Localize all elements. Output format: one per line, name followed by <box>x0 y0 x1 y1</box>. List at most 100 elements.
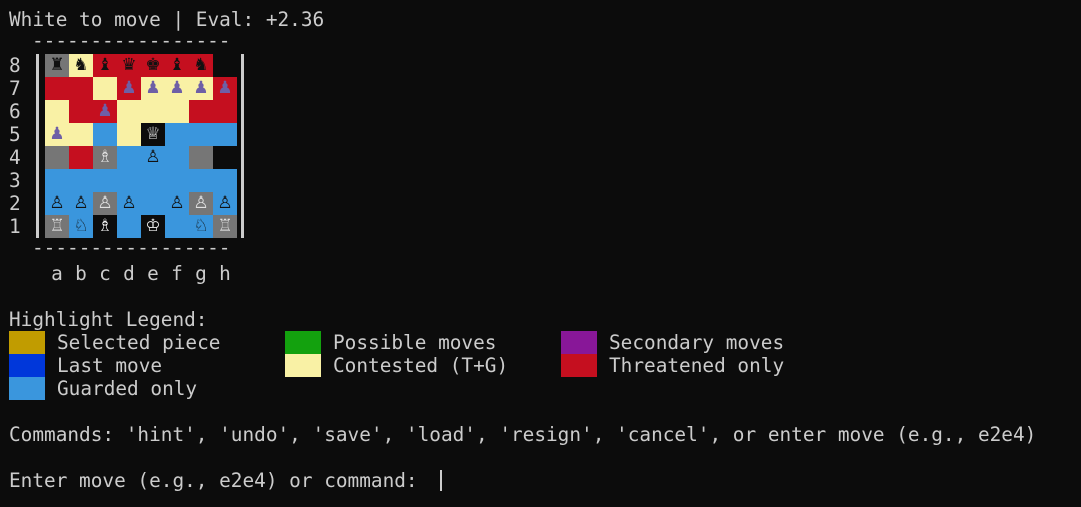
square-a5[interactable]: ♟ <box>45 123 69 146</box>
square-d5[interactable] <box>117 123 141 146</box>
square-g7[interactable]: ♟ <box>189 77 213 100</box>
square-a7[interactable] <box>45 77 69 100</box>
square-f1[interactable] <box>165 215 189 238</box>
file-label-b: b <box>75 262 87 285</box>
square-g2[interactable]: ♙ <box>189 192 213 215</box>
square-e2[interactable] <box>141 192 165 215</box>
square-h2[interactable]: ♙ <box>213 192 237 215</box>
square-a6[interactable] <box>45 100 69 123</box>
square-e1[interactable]: ♔ <box>141 215 165 238</box>
square-d4[interactable] <box>117 146 141 169</box>
legend-label: Contested (T+G) <box>333 354 509 377</box>
legend-title: Highlight Legend: <box>9 308 208 331</box>
square-e8[interactable]: ♚ <box>141 54 165 77</box>
square-b6[interactable] <box>69 100 93 123</box>
square-a1[interactable]: ♖ <box>45 215 69 238</box>
command-prompt: Enter move (e.g., e2e4) or command: <box>9 469 430 492</box>
status-line: White to move | Eval: +2.36 <box>9 8 325 31</box>
square-b3[interactable] <box>69 169 93 192</box>
square-b7[interactable] <box>69 77 93 100</box>
square-f8[interactable]: ♝ <box>165 54 189 77</box>
square-c7[interactable] <box>93 77 117 100</box>
legend-swatch <box>9 331 45 354</box>
square-f3[interactable] <box>165 169 189 192</box>
square-a3[interactable] <box>45 169 69 192</box>
square-d2[interactable]: ♙ <box>117 192 141 215</box>
legend-swatch <box>285 331 321 354</box>
square-d8[interactable]: ♛ <box>117 54 141 77</box>
rank-label-8: 8 <box>9 54 21 77</box>
chess-piece: ♙ <box>193 193 209 213</box>
square-f5[interactable] <box>165 123 189 146</box>
chess-piece: ♝ <box>169 55 185 75</box>
square-c4[interactable]: ♗ <box>93 146 117 169</box>
square-f7[interactable]: ♟ <box>165 77 189 100</box>
square-e6[interactable] <box>141 100 165 123</box>
chess-piece: ♕ <box>145 124 161 144</box>
square-c1[interactable]: ♗ <box>93 215 117 238</box>
square-c6[interactable]: ♟ <box>93 100 117 123</box>
square-f4[interactable] <box>165 146 189 169</box>
square-b5[interactable] <box>69 123 93 146</box>
chess-piece: ♝ <box>97 55 113 75</box>
square-e5[interactable]: ♕ <box>141 123 165 146</box>
chess-piece: ♙ <box>121 193 137 213</box>
square-h4[interactable] <box>213 146 237 169</box>
square-g3[interactable] <box>189 169 213 192</box>
square-b1[interactable]: ♘ <box>69 215 93 238</box>
chess-piece: ♙ <box>97 193 113 213</box>
chess-piece: ♟ <box>193 78 209 98</box>
square-g5[interactable] <box>189 123 213 146</box>
square-b8[interactable]: ♞ <box>69 54 93 77</box>
chess-piece: ♖ <box>49 216 65 236</box>
legend-label: Threatened only <box>609 354 785 377</box>
legend-label: Selected piece <box>57 331 221 354</box>
square-g1[interactable]: ♘ <box>189 215 213 238</box>
chess-piece: ♗ <box>97 147 113 167</box>
chess-piece: ♟ <box>169 78 185 98</box>
square-d1[interactable] <box>117 215 141 238</box>
file-label-h: h <box>219 262 231 285</box>
square-d3[interactable] <box>117 169 141 192</box>
square-g4[interactable] <box>189 146 213 169</box>
square-h5[interactable] <box>213 123 237 146</box>
square-c3[interactable] <box>93 169 117 192</box>
square-e7[interactable]: ♟ <box>141 77 165 100</box>
rank-label-1: 1 <box>9 215 21 238</box>
square-c8[interactable]: ♝ <box>93 54 117 77</box>
file-label-a: a <box>51 262 63 285</box>
square-c5[interactable] <box>93 123 117 146</box>
square-b4[interactable] <box>69 146 93 169</box>
square-a4[interactable] <box>45 146 69 169</box>
square-g8[interactable]: ♞ <box>189 54 213 77</box>
chess-piece: ♚ <box>145 55 161 75</box>
square-b2[interactable]: ♙ <box>69 192 93 215</box>
square-h6[interactable] <box>213 100 237 123</box>
square-f6[interactable] <box>165 100 189 123</box>
square-a8[interactable]: ♜ <box>45 54 69 77</box>
square-h3[interactable] <box>213 169 237 192</box>
square-e3[interactable] <box>141 169 165 192</box>
square-h7[interactable]: ♟ <box>213 77 237 100</box>
square-a2[interactable]: ♙ <box>45 192 69 215</box>
square-e4[interactable]: ♙ <box>141 146 165 169</box>
board-top-border: ----------------- <box>32 29 231 52</box>
text-cursor[interactable] <box>440 470 442 491</box>
square-h1[interactable]: ♖ <box>213 215 237 238</box>
chess-piece: ♟ <box>97 101 113 121</box>
square-c2[interactable]: ♙ <box>93 192 117 215</box>
board-right-border <box>241 54 244 238</box>
chess-board[interactable]: ♜ ♞ ♝ ♛ ♚ ♝ ♞ ♟ ♟ ♟ ♟ ♟ ♟ ♟ ♕ ♗ ♙ ♙ ♙ ♙ ♙ ♙ ♙ ♙ ♖ ♘ ♗ ♔ ♘ ♖ <box>45 54 237 238</box>
square-f2[interactable]: ♙ <box>165 192 189 215</box>
square-h8[interactable] <box>213 54 237 77</box>
file-labels: abcdefgh <box>45 262 237 285</box>
file-label-e: e <box>147 262 159 285</box>
file-label-c: c <box>99 262 111 285</box>
chess-piece: ♙ <box>217 193 233 213</box>
square-g6[interactable] <box>189 100 213 123</box>
square-d6[interactable] <box>117 100 141 123</box>
chess-piece: ♟ <box>217 78 233 98</box>
square-d7[interactable]: ♟ <box>117 77 141 100</box>
legend-label: Last move <box>57 354 163 377</box>
chess-piece: ♖ <box>217 216 233 236</box>
